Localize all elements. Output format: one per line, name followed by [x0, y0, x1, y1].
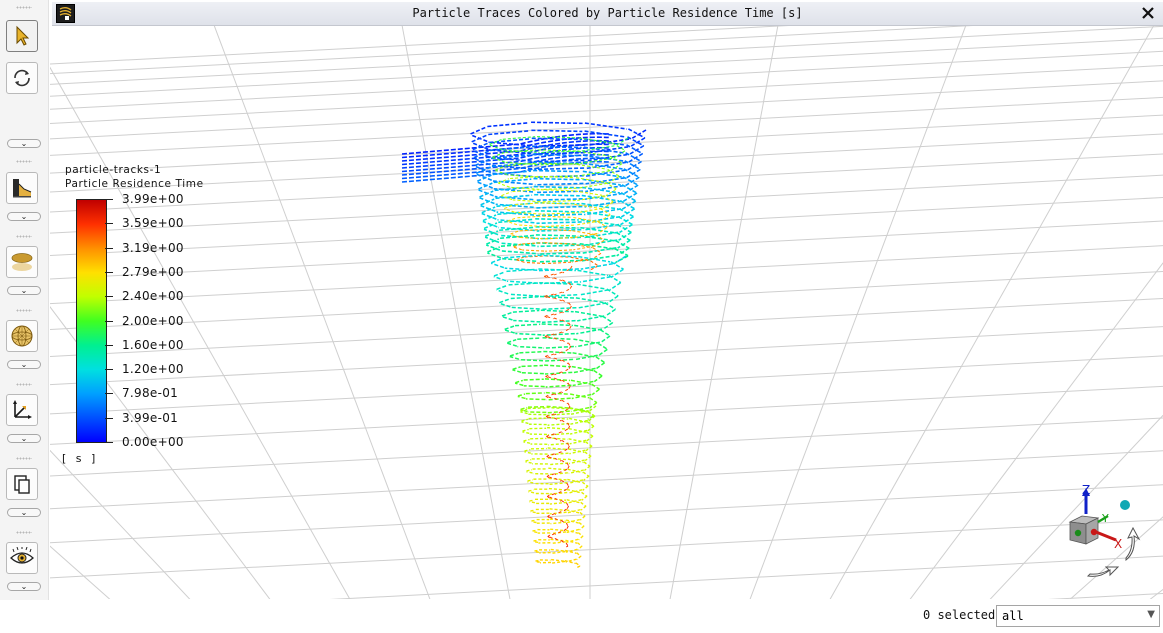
colormap-tick-mark — [105, 393, 113, 395]
surface-icon — [11, 253, 33, 271]
colormap-tick-mark — [105, 271, 113, 273]
mesh-dropdown[interactable]: ⌄ — [7, 360, 41, 369]
y-axis-label: Y — [1101, 512, 1109, 525]
isometric-view-dot[interactable] — [1120, 500, 1130, 510]
rotate-side-arrow-icon[interactable] — [1086, 566, 1120, 577]
selection-filter-value: all — [1002, 609, 1024, 623]
colormap-tick-mark — [105, 442, 113, 443]
colormap-title[interactable]: particle-tracks-1 Particle Residence Tim… — [65, 163, 204, 191]
colormap-tick-mark — [105, 296, 113, 298]
colormap-quantity: Particle Residence Time — [65, 178, 204, 190]
colormap-tick-mark — [105, 247, 113, 249]
colormap-tick-label: 2.40e+00 — [122, 289, 184, 304]
colormap-tick-mark — [105, 344, 113, 346]
copy-icon — [14, 475, 30, 494]
selection-count: 0 selected — [923, 608, 996, 622]
chevron-down-icon[interactable]: ▼ — [1147, 609, 1155, 620]
selection-filter-select[interactable]: all ▼ — [996, 605, 1160, 627]
colormap-object-name: particle-tracks-1 — [65, 164, 162, 176]
status-bar: 0 selected all ▼ — [0, 600, 1163, 633]
surface-button[interactable] — [6, 246, 38, 278]
rotate-tool-button[interactable] — [6, 62, 38, 94]
axes-button[interactable] — [6, 394, 38, 426]
colormap-tick-mark — [105, 320, 113, 322]
pointer-tool-button[interactable] — [6, 20, 38, 52]
mouse-tools-dropdown[interactable]: ⌄ — [7, 139, 41, 148]
graphics-viewport[interactable] — [50, 26, 1163, 599]
copy-button[interactable] — [6, 468, 38, 500]
colormap-tick-mark — [105, 369, 113, 371]
window-title: Particle Traces Colored by Particle Resi… — [412, 6, 803, 20]
colormap-bar[interactable] — [76, 199, 107, 443]
toolbar-grip[interactable] — [16, 383, 32, 386]
x-axis-arrow — [1095, 530, 1117, 542]
rotate-icon — [14, 69, 30, 87]
colormap-tick-mark — [105, 417, 113, 419]
axes-icon — [13, 400, 32, 419]
colormap-tick-label: 7.98e-01 — [122, 386, 179, 401]
scene-canvas[interactable] — [50, 26, 1163, 599]
x-axis-label: X — [1114, 537, 1122, 551]
colormap-tick-label: 1.60e+00 — [122, 337, 184, 352]
toolbar-grip[interactable] — [16, 457, 32, 460]
colormap-tick-label: 3.99e+00 — [122, 192, 184, 206]
colormap-tick-label: 2.79e+00 — [122, 264, 184, 279]
colormap-unit: [ s ] — [62, 452, 99, 465]
toolbar-grip[interactable] — [16, 531, 32, 534]
colormap-tick-label: 3.99e-01 — [122, 410, 179, 425]
mesh-button[interactable] — [6, 320, 38, 352]
triad-cube — [1068, 515, 1100, 545]
graphics-toolbar: ⌄ ⌄ ⌄ ⌄ ⌄ ⌄ ⌄ — [0, 0, 49, 600]
axes-dropdown[interactable]: ⌄ — [7, 434, 41, 443]
colormap-tick-label: 0.00e+00 — [122, 435, 184, 449]
contours-dropdown[interactable]: ⌄ — [7, 212, 41, 221]
graphics-window-titlebar: Particle Traces Colored by Particle Resi… — [52, 2, 1163, 26]
mesh-sphere-icon — [11, 325, 33, 347]
ground-grid — [50, 26, 1163, 599]
toolbar-grip[interactable] — [16, 6, 32, 9]
rotate-up-arrow-icon[interactable] — [1125, 526, 1141, 562]
pointer-icon — [16, 25, 30, 46]
orientation-triad[interactable]: Z X Y — [1060, 482, 1150, 586]
contours-icon — [13, 179, 32, 198]
view-button[interactable] — [6, 542, 38, 574]
toolbar-grip[interactable] — [16, 160, 32, 163]
colormap-tick-label: 2.00e+00 — [122, 313, 184, 328]
copy-dropdown[interactable]: ⌄ — [7, 508, 41, 517]
z-axis-label: Z — [1082, 483, 1090, 497]
colormap-tick-label: 1.20e+00 — [122, 362, 184, 377]
view-icon — [10, 547, 34, 564]
contours-button[interactable] — [6, 172, 38, 204]
toolbar-grip[interactable] — [16, 309, 32, 312]
colormap-tick-mark — [105, 199, 113, 200]
close-icon[interactable] — [1139, 4, 1157, 22]
colormap-tick-mark — [105, 223, 113, 225]
colormap-tick-label: 3.19e+00 — [122, 240, 184, 255]
toolbar-grip[interactable] — [16, 235, 32, 238]
surface-dropdown[interactable]: ⌄ — [7, 286, 41, 295]
particle-tracks[interactable] — [401, 121, 647, 569]
view-dropdown[interactable]: ⌄ — [7, 582, 41, 591]
colormap-tick-label: 3.59e+00 — [122, 216, 184, 231]
